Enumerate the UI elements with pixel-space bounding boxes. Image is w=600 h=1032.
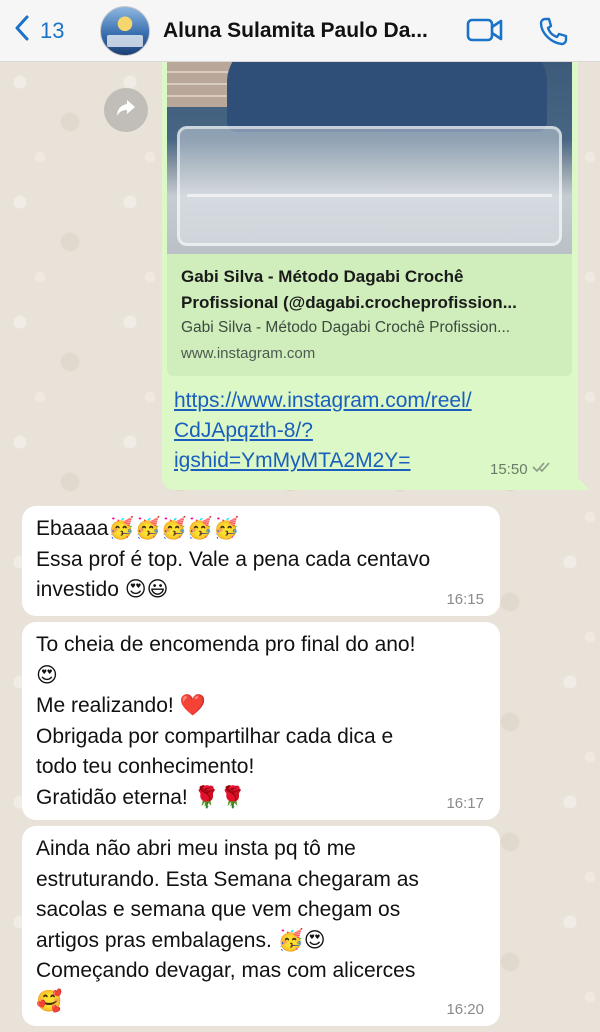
link-line[interactable]: CdJApqzth-8/? xyxy=(174,416,534,446)
message-line: Ebaaaa🥳🥳🥳🥳🥳 xyxy=(36,517,240,540)
message-line: Me realizando! ❤️ xyxy=(36,694,206,717)
message-link[interactable]: https://www.instagram.com/reel/ CdJApqzt… xyxy=(174,386,534,476)
voice-call-button[interactable] xyxy=(538,16,568,46)
timestamp: 15:50 xyxy=(490,460,528,478)
forward-arrow-icon xyxy=(115,98,137,123)
message-line: 😍 xyxy=(36,663,58,687)
chat-header: 13 Aluna Sulamita Paulo Da... xyxy=(0,0,600,62)
incoming-message[interactable]: Ainda não abri meu insta pq tô me estrut… xyxy=(22,826,500,1026)
avatar[interactable] xyxy=(100,5,150,56)
video-camera-icon xyxy=(466,16,504,44)
message-line: Essa prof é top. Vale a pena cada centav… xyxy=(36,547,431,571)
incoming-message[interactable]: Ebaaaa🥳🥳🥳🥳🥳 Essa prof é top. Vale a pena… xyxy=(22,506,500,616)
preview-description: Gabi Silva - Método Dagabi Crochê Profis… xyxy=(181,319,511,336)
message-line: Começando devagar, mas com alicerces xyxy=(36,959,416,982)
message-time: 15:50 xyxy=(490,460,554,478)
timestamp: 16:15 xyxy=(446,591,484,608)
preview-domain: www.instagram.com xyxy=(181,345,316,362)
contact-name[interactable]: Aluna Sulamita Paulo Da... xyxy=(163,19,448,43)
timestamp: 16:20 xyxy=(446,1001,484,1018)
link-preview-card[interactable]: Gabi Silva - Método Dagabi Crochê Profis… xyxy=(167,254,572,376)
preview-title: Gabi Silva - Método Dagabi Crochê xyxy=(181,267,464,286)
message-line: estruturando. Esta Semana chegaram as xyxy=(36,867,419,891)
link-preview-image[interactable] xyxy=(167,62,572,254)
message-line: To cheia de encomenda pro final do ano! xyxy=(36,633,416,656)
preview-title: Profissional (@dagabi.crocheprofission..… xyxy=(181,293,517,312)
chevron-left-icon xyxy=(14,15,30,46)
message-line: artigos pras embalagens. 🥳😍 xyxy=(36,928,326,952)
back-button[interactable]: 13 xyxy=(14,11,84,51)
message-line: todo teu conhecimento! xyxy=(36,755,255,778)
forward-button[interactable] xyxy=(104,88,148,132)
message-line: Ainda não abri meu insta pq tô me xyxy=(36,837,356,860)
message-line: Gratidão eterna! 🌹🌹 xyxy=(36,785,246,809)
phone-icon xyxy=(538,16,568,46)
timestamp: 16:17 xyxy=(446,795,484,812)
link-line[interactable]: https://www.instagram.com/reel/ xyxy=(174,386,534,416)
unread-count: 13 xyxy=(40,17,65,43)
message-line: Obrigada por compartilhar cada dica e xyxy=(36,724,394,748)
message-line: sacolas e semana que vem chegam os xyxy=(36,898,401,921)
message-line: 🥰 xyxy=(36,989,63,1013)
video-call-button[interactable] xyxy=(466,16,504,44)
double-check-icon xyxy=(531,460,554,478)
link-line[interactable]: igshid=YmMyMTA2M2Y= xyxy=(174,446,534,476)
incoming-message[interactable]: To cheia de encomenda pro final do ano! … xyxy=(22,622,500,820)
message-line: investido 😍😃 xyxy=(36,578,169,601)
